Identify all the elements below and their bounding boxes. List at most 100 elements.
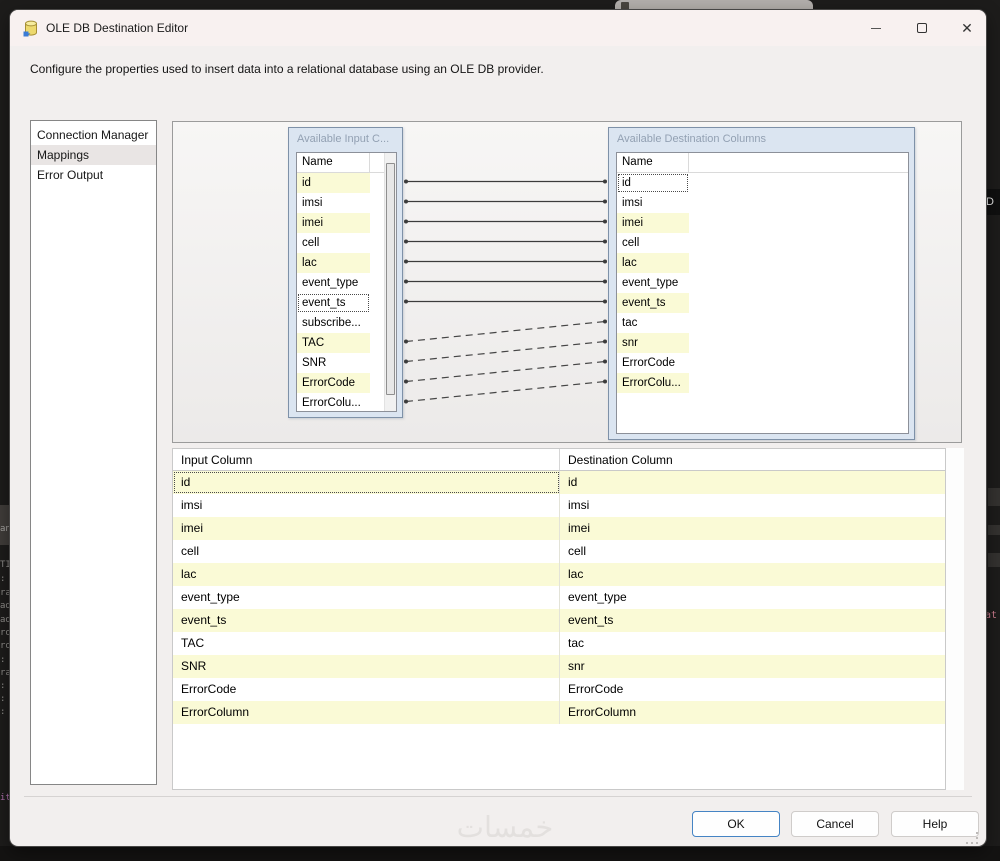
destination-list-item[interactable]: lac	[617, 253, 908, 273]
input-list-item[interactable]: id	[297, 173, 396, 193]
input-column-cell[interactable]: imei	[173, 517, 560, 540]
destination-column-cell[interactable]: tac	[560, 632, 945, 655]
available-input-columns-panel[interactable]: Available Input C... Name id imsi imei c…	[288, 127, 403, 418]
input-column-cell[interactable]: cell	[173, 540, 560, 563]
input-column-cell[interactable]: imsi	[173, 494, 560, 517]
input-list-item[interactable]: lac	[297, 253, 396, 273]
name-column-header[interactable]: Name	[617, 153, 689, 172]
destination-list-item[interactable]: tac	[617, 313, 908, 333]
table-row: lac lac	[173, 563, 945, 586]
input-list-item[interactable]: TAC	[297, 333, 396, 353]
destination-column-cell[interactable]: event_type	[560, 586, 945, 609]
destination-column[interactable]: ErrorColu...	[617, 373, 689, 393]
destination-list-item[interactable]: snr	[617, 333, 908, 353]
destination-column-cell[interactable]: imei	[560, 517, 945, 540]
input-list-item[interactable]: subscribe...	[297, 313, 396, 333]
input-column-cell[interactable]: lac	[173, 563, 560, 586]
mapping-table-area: Input Column Destination Column id id ims…	[172, 448, 964, 790]
destination-column-cell[interactable]: lac	[560, 563, 945, 586]
input-column[interactable]: ErrorCode	[297, 373, 370, 393]
destination-list-item[interactable]: id	[617, 173, 908, 193]
input-list-item[interactable]: event_ts	[297, 293, 396, 313]
input-column[interactable]: SNR	[297, 353, 370, 373]
input-list-item[interactable]: imei	[297, 213, 396, 233]
destination-list-item[interactable]: imsi	[617, 193, 908, 213]
input-list-item[interactable]: imsi	[297, 193, 396, 213]
destination-column-header[interactable]: Destination Column	[560, 449, 945, 470]
destination-column[interactable]: cell	[617, 233, 689, 253]
input-column[interactable]: event_ts	[297, 293, 370, 313]
input-column[interactable]: cell	[297, 233, 370, 253]
table-row: imsi imsi	[173, 494, 945, 517]
input-list-item[interactable]: event_type	[297, 273, 396, 293]
dialog-titlebar[interactable]: OLE DB Destination Editor ✕	[10, 10, 986, 46]
destination-column-cell[interactable]: ErrorColumn	[560, 701, 945, 724]
destination-column[interactable]: imsi	[617, 193, 689, 213]
destination-list-item[interactable]: event_type	[617, 273, 908, 293]
mapping-diagram: Available Input C... Name id imsi imei c…	[172, 121, 962, 443]
input-column[interactable]: lac	[297, 253, 370, 273]
destination-column[interactable]: lac	[617, 253, 689, 273]
destination-column-cell[interactable]: id	[560, 471, 945, 494]
destination-list-item[interactable]: cell	[617, 233, 908, 253]
destination-column[interactable]: snr	[617, 333, 689, 353]
maximize-button[interactable]	[907, 18, 937, 38]
input-list-scrollbar[interactable]	[384, 153, 396, 411]
input-list-item[interactable]: ErrorCode	[297, 373, 396, 393]
table-row: ErrorColumn ErrorColumn	[173, 701, 945, 724]
destination-column-cell[interactable]: cell	[560, 540, 945, 563]
input-column[interactable]: event_type	[297, 273, 370, 293]
ok-button[interactable]: OK	[692, 811, 780, 837]
close-button[interactable]: ✕	[952, 18, 982, 38]
name-column-header[interactable]: Name	[297, 153, 370, 172]
destination-list-item[interactable]: imei	[617, 213, 908, 233]
input-column[interactable]: id	[297, 173, 370, 193]
input-column[interactable]: TAC	[297, 333, 370, 353]
sidebar-item-mappings[interactable]: Mappings	[31, 145, 156, 165]
input-column-cell[interactable]: ErrorColumn	[173, 701, 560, 724]
input-column-header[interactable]: Input Column	[173, 449, 560, 470]
mapping-lines[interactable]	[403, 122, 608, 444]
input-column-cell[interactable]: id	[173, 471, 560, 494]
database-icon	[23, 20, 37, 37]
destination-column-cell[interactable]: snr	[560, 655, 945, 678]
destination-column-cell[interactable]: ErrorCode	[560, 678, 945, 701]
available-destination-columns-panel[interactable]: Available Destination Columns Name id im…	[608, 127, 915, 440]
input-column[interactable]: ErrorColu...	[297, 393, 370, 413]
minimize-button[interactable]	[861, 18, 891, 38]
input-column-cell[interactable]: event_type	[173, 586, 560, 609]
destination-column-cell[interactable]: event_ts	[560, 609, 945, 632]
input-list-item[interactable]: ErrorColu...	[297, 393, 396, 413]
destination-column[interactable]: tac	[617, 313, 689, 333]
sidebar-item-error-output[interactable]: Error Output	[31, 165, 156, 185]
table-row: ErrorCode ErrorCode	[173, 678, 945, 701]
sidebar-item-connection-manager[interactable]: Connection Manager	[31, 125, 156, 145]
table-row: event_ts event_ts	[173, 609, 945, 632]
destination-list-item[interactable]: ErrorColu...	[617, 373, 908, 393]
table-row: cell cell	[173, 540, 945, 563]
resize-grip-icon[interactable]	[966, 832, 980, 846]
destination-column[interactable]: imei	[617, 213, 689, 233]
cancel-button[interactable]: Cancel	[791, 811, 879, 837]
background-right-artifact	[988, 553, 1000, 567]
input-list-header: Name	[297, 153, 396, 173]
destination-column-cell[interactable]: imsi	[560, 494, 945, 517]
input-list-item[interactable]: SNR	[297, 353, 396, 373]
input-column[interactable]: imsi	[297, 193, 370, 213]
table-row: TAC tac	[173, 632, 945, 655]
destination-list-item[interactable]: ErrorCode	[617, 353, 908, 373]
scrollbar-thumb[interactable]	[386, 163, 395, 395]
input-column-cell[interactable]: TAC	[173, 632, 560, 655]
destination-column[interactable]: event_type	[617, 273, 689, 293]
input-column-cell[interactable]: event_ts	[173, 609, 560, 632]
destination-column[interactable]: ErrorCode	[617, 353, 689, 373]
input-column[interactable]: imei	[297, 213, 370, 233]
input-column-cell[interactable]: SNR	[173, 655, 560, 678]
destination-list-item[interactable]: event_ts	[617, 293, 908, 313]
input-column-cell[interactable]: ErrorCode	[173, 678, 560, 701]
destination-column[interactable]: id	[617, 173, 689, 193]
input-list-item[interactable]: cell	[297, 233, 396, 253]
input-column[interactable]: subscribe...	[297, 313, 370, 333]
destination-column[interactable]: event_ts	[617, 293, 689, 313]
table-row: imei imei	[173, 517, 945, 540]
